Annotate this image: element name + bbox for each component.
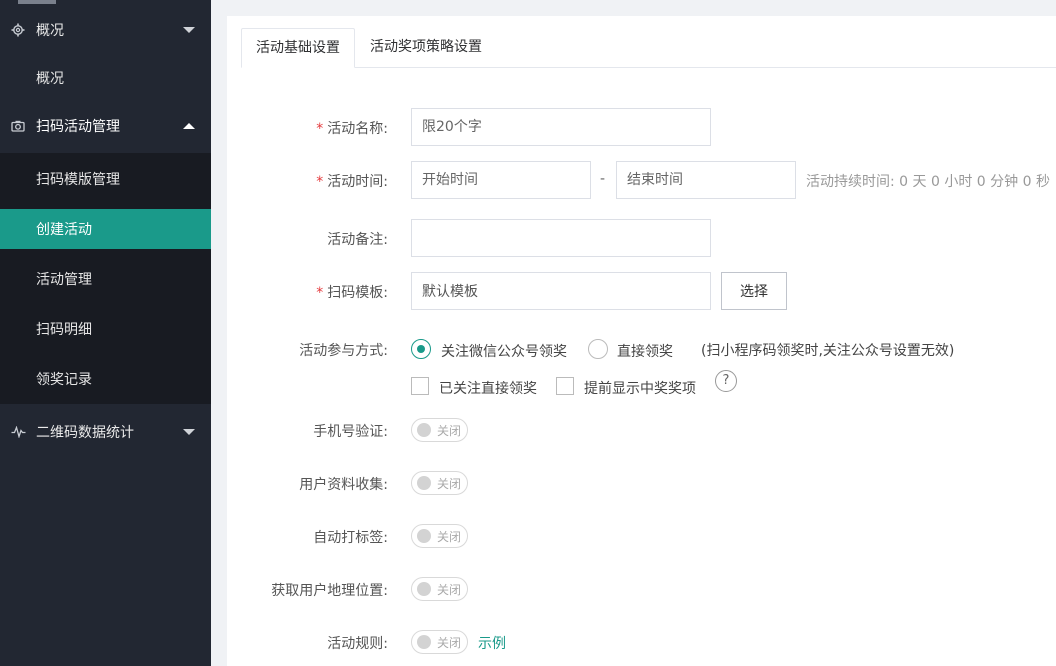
tab-award-strategy[interactable]: 活动奖项策略设置 <box>356 28 496 68</box>
activity-rules-label: 活动规则: <box>327 636 388 652</box>
radio-follow-wechat[interactable] <box>411 339 431 359</box>
participation-note: (扫小程序码领奖时,关注公众号设置无效) <box>701 343 955 359</box>
checkbox-show-prize-early-label[interactable]: 提前显示中奖奖项 <box>584 378 696 398</box>
help-icon[interactable]: ? <box>715 370 737 392</box>
location-label: 获取用户地理位置: <box>271 583 388 599</box>
switch-knob <box>417 635 431 649</box>
switch-state: 关闭 <box>437 424 462 438</box>
sidebar-item-scan-detail[interactable]: 扫码明细 <box>0 304 211 354</box>
required-mark: * <box>316 285 324 301</box>
activity-time-label: * 活动时间: <box>316 171 388 191</box>
tab-bar: 活动基础设置 活动奖项策略设置 <box>241 28 1056 68</box>
user-info-label: 用户资料收集: <box>299 477 388 493</box>
sidebar-item-overview[interactable]: 概况 <box>0 53 211 103</box>
switch-knob <box>417 476 431 490</box>
checkbox-show-prize-early[interactable] <box>556 377 574 395</box>
phone-verify-switch[interactable]: 关闭 <box>411 418 468 442</box>
switch-knob <box>417 423 431 437</box>
end-time-input[interactable] <box>616 161 796 199</box>
sidebar: 概况 概况 扫码活动管理 扫码模版管理 创建活动 活动管理 扫码明细 领奖记录 … <box>0 0 211 666</box>
auto-tag-label: 自动打标签: <box>313 530 388 546</box>
scan-template-label: * 扫码模板: <box>316 282 388 302</box>
pulse-icon <box>10 424 26 440</box>
main-area: 活动基础设置 活动奖项策略设置 *活动名称: *活动时间: - 活动持续时间: … <box>211 0 1056 666</box>
form-panel: 活动基础设置 活动奖项策略设置 *活动名称: *活动时间: - 活动持续时间: … <box>227 16 1056 666</box>
sidebar-item-create-activity[interactable]: 创建活动 <box>0 209 211 249</box>
sidebar-group-label: 二维码数据统计 <box>36 425 134 441</box>
switch-knob <box>417 582 431 596</box>
sidebar-group-label: 扫码活动管理 <box>36 119 120 135</box>
switch-state: 关闭 <box>437 636 462 650</box>
checkbox-followed-direct[interactable] <box>411 377 429 395</box>
sidebar-top-tab <box>18 0 56 4</box>
chevron-up-icon <box>183 123 195 129</box>
activity-time-label-text: 活动时间: <box>327 174 388 190</box>
chevron-down-icon <box>183 429 195 435</box>
sidebar-group-qr-stats[interactable]: 二维码数据统计 <box>0 408 211 456</box>
switch-state: 关闭 <box>437 530 462 544</box>
switch-state: 关闭 <box>437 583 462 597</box>
camera-icon <box>10 118 26 134</box>
sidebar-group-scan-activity[interactable]: 扫码活动管理 <box>0 102 211 150</box>
radio-follow-wechat-label[interactable]: 关注微信公众号领奖 <box>441 341 567 361</box>
activity-remark-label: 活动备注: <box>327 232 388 248</box>
switch-state: 关闭 <box>437 477 462 491</box>
radio-direct-award[interactable] <box>588 339 608 359</box>
sidebar-group-label: 概况 <box>36 23 64 39</box>
activity-name-label: * 活动名称: <box>316 118 388 138</box>
scan-template-label-text: 扫码模板: <box>327 285 388 301</box>
sidebar-item-activity-manage[interactable]: 活动管理 <box>0 254 211 304</box>
chevron-down-icon <box>183 27 195 33</box>
checkbox-followed-direct-label[interactable]: 已关注直接领奖 <box>439 378 537 398</box>
activity-name-label-text: 活动名称: <box>327 121 388 137</box>
switch-knob <box>417 529 431 543</box>
activity-duration-text: 活动持续时间: 0 天 0 小时 0 分钟 0 秒 <box>806 174 1050 190</box>
select-template-button[interactable]: 选择 <box>721 272 787 310</box>
location-switch[interactable]: 关闭 <box>411 577 468 601</box>
start-time-input[interactable] <box>411 161 591 199</box>
sidebar-item-award-record[interactable]: 领奖记录 <box>0 354 211 404</box>
participation-label: 活动参与方式: <box>299 343 388 359</box>
auto-tag-switch[interactable]: 关闭 <box>411 524 468 548</box>
activity-remark-input[interactable] <box>411 219 711 257</box>
required-mark: * <box>316 174 324 190</box>
gear-icon <box>10 22 26 38</box>
phone-verify-label: 手机号验证: <box>313 424 388 440</box>
sidebar-item-template-manage[interactable]: 扫码模版管理 <box>0 154 211 204</box>
time-separator: - <box>600 171 606 187</box>
rules-example-link[interactable]: 示例 <box>478 633 506 653</box>
tab-basic-settings[interactable]: 活动基础设置 <box>241 28 355 68</box>
activity-rules-switch[interactable]: 关闭 <box>411 630 468 654</box>
user-info-switch[interactable]: 关闭 <box>411 471 468 495</box>
activity-name-input[interactable] <box>411 108 711 146</box>
sidebar-group-overview[interactable]: 概况 <box>0 6 211 54</box>
scan-template-input[interactable] <box>411 272 711 310</box>
required-mark: * <box>316 121 324 137</box>
radio-direct-award-label[interactable]: 直接领奖 <box>617 341 673 361</box>
